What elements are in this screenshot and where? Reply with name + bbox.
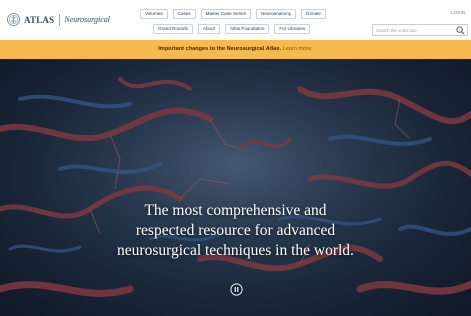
- hero-tagline-line-2: respected resource for advanced: [135, 222, 336, 239]
- logo-wordmark: ATLAS: [24, 14, 55, 25]
- logo-subtitle: Neurosurgical: [64, 15, 110, 24]
- hero-background-illustration: [0, 59, 471, 316]
- search-input[interactable]: [373, 25, 453, 35]
- announcement-emphasis: Atlas: [265, 46, 280, 52]
- hero-banner: The most comprehensive and respected res…: [0, 59, 471, 316]
- primary-nav-row-2: Grand Rounds About Atlas Foundation For …: [153, 24, 315, 34]
- nav-about[interactable]: About: [197, 24, 220, 34]
- learn-more-link[interactable]: Learn more.: [283, 46, 313, 52]
- site-logo[interactable]: ATLAS Neurosurgical: [7, 13, 110, 26]
- site-header: ATLAS Neurosurgical Volumes Cases Master…: [0, 0, 471, 40]
- nav-for-libraries[interactable]: For Libraries: [274, 24, 311, 34]
- nav-grand-rounds[interactable]: Grand Rounds: [153, 24, 193, 34]
- login-link[interactable]: LOGIN: [451, 10, 465, 15]
- nav-volumes[interactable]: Volumes: [140, 9, 168, 19]
- hero-tagline-line-3: neurosurgical techniques in the world.: [117, 242, 354, 259]
- announcement-text: Important changes to the Neurosurgical: [158, 46, 266, 52]
- atlas-seal-logo: [7, 13, 20, 26]
- site-search: [372, 24, 468, 36]
- hero-tagline: The most comprehensive and respected res…: [0, 201, 471, 261]
- search-icon[interactable]: [456, 26, 465, 35]
- nav-cases[interactable]: Cases: [172, 9, 196, 19]
- logo-divider: [59, 13, 61, 26]
- primary-nav-row-1: Volumes Cases Master Case Series Neuroan…: [140, 9, 331, 19]
- nav-donate[interactable]: Donate: [301, 9, 326, 19]
- announcement-bar: Important changes to the Neurosurgical A…: [0, 40, 471, 59]
- page: ATLAS Neurosurgical Volumes Cases Master…: [0, 0, 471, 316]
- hero-tagline-line-1: The most comprehensive and: [144, 202, 327, 219]
- pause-icon[interactable]: [230, 283, 243, 296]
- nav-master-case-series[interactable]: Master Case Series: [200, 9, 251, 19]
- nav-atlas-foundation[interactable]: Atlas Foundation: [224, 24, 270, 34]
- nav-neuroanatomy[interactable]: Neuroanatomy: [256, 9, 297, 19]
